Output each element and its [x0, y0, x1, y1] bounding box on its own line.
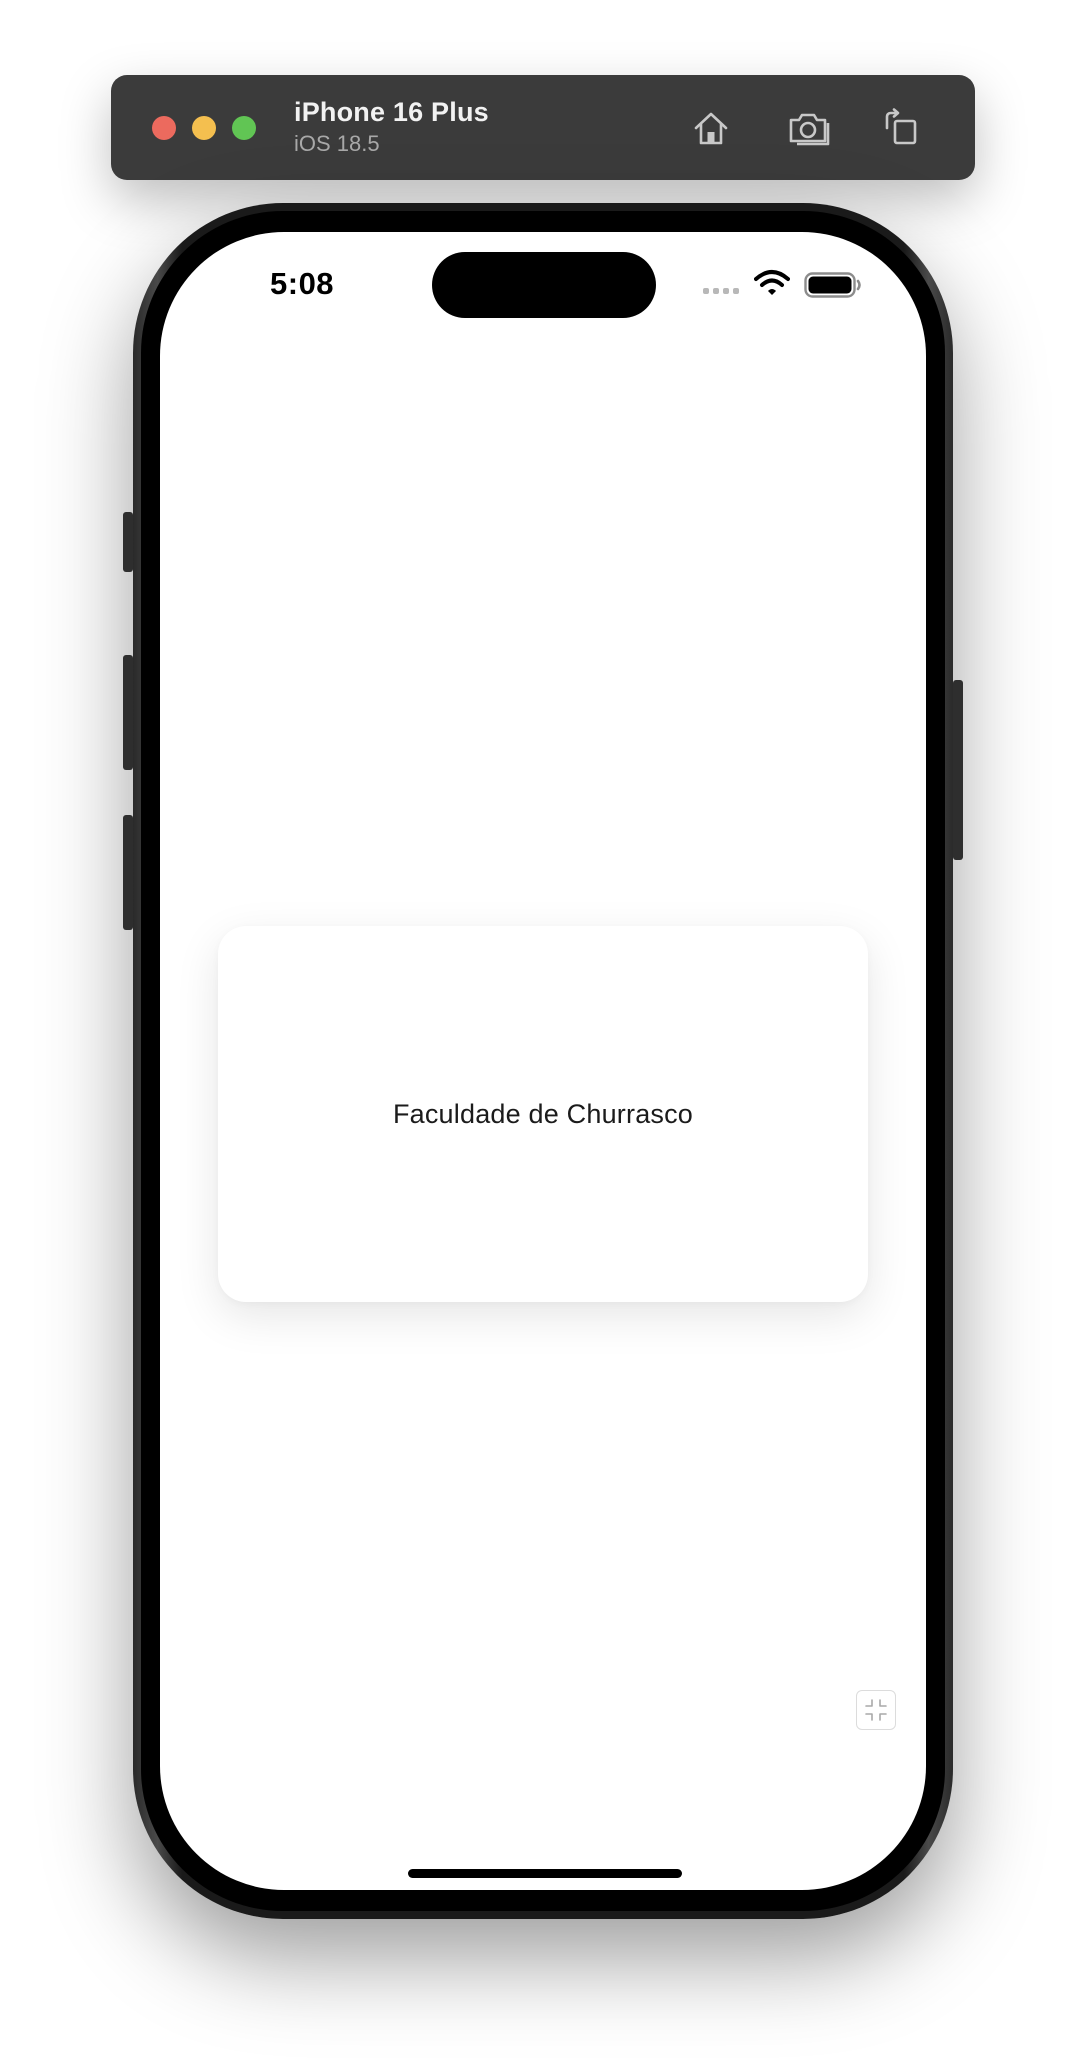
- card-title: Faculdade de Churrasco: [392, 1098, 694, 1129]
- rotate-icon: [885, 108, 917, 145]
- zoom-window-button[interactable]: [232, 116, 256, 140]
- battery-icon: [804, 272, 861, 298]
- content-card: Faculdade de Churrasco: [218, 926, 868, 1302]
- home-icon: [694, 112, 728, 145]
- camera-icon: [789, 113, 830, 146]
- home-button[interactable]: [686, 103, 736, 153]
- rotate-button[interactable]: [876, 103, 926, 153]
- os-version: iOS 18.5: [294, 131, 380, 156]
- collapse-icon: [865, 1699, 887, 1721]
- minimize-window-button[interactable]: [192, 116, 216, 140]
- cellular-signal-icon: [703, 288, 739, 294]
- device-name: iPhone 16 Plus: [294, 97, 489, 127]
- wifi-icon: [754, 270, 790, 295]
- home-indicator[interactable]: [408, 1869, 682, 1878]
- status-time: 5:08: [270, 266, 335, 301]
- action-button: [123, 512, 133, 572]
- power-button: [953, 680, 963, 860]
- volume-up-button: [123, 655, 133, 770]
- collapse-button[interactable]: [856, 1690, 896, 1730]
- simulator-toolbar: iPhone 16 Plus iOS 18.5: [111, 75, 975, 180]
- screenshot-button[interactable]: [786, 103, 836, 153]
- phone-screen: 5:08 Faculdade de Churrasco: [160, 232, 926, 1890]
- volume-down-button: [123, 815, 133, 930]
- dynamic-island: [432, 252, 656, 318]
- close-window-button[interactable]: [152, 116, 176, 140]
